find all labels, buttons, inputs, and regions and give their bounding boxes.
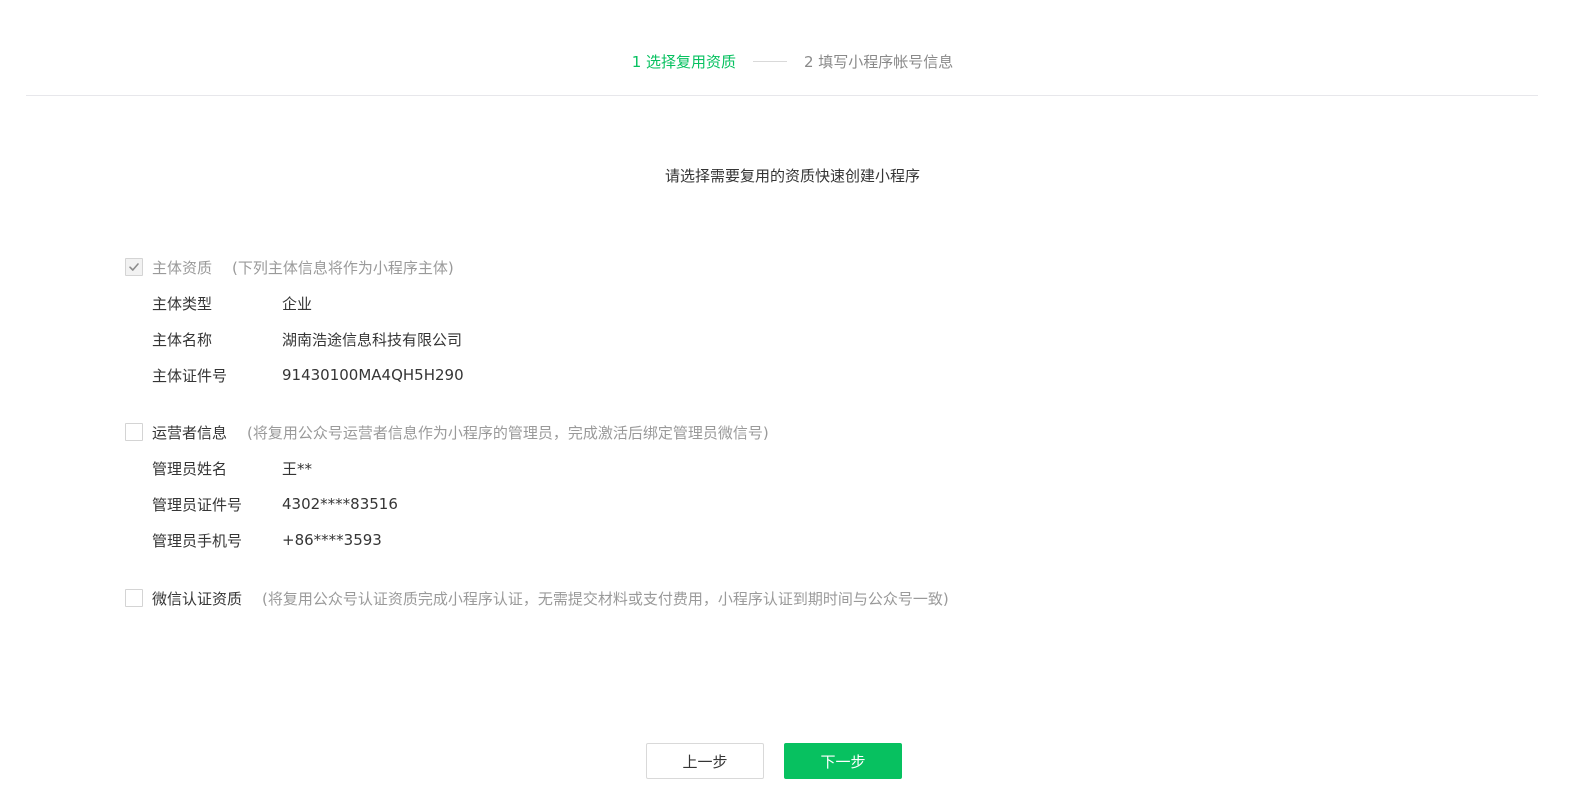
admin-name-value: 王** (282, 459, 313, 478)
admin-name-label: 管理员姓名 (152, 459, 228, 478)
entity-section-title: 主体资质 (152, 258, 213, 277)
stepper: 1 选择复用资质 2 填写小程序帐号信息 (0, 50, 1585, 72)
admin-phone-label: 管理员手机号 (152, 531, 243, 550)
entity-id-row: 主体证件号 91430100MA4QH5H290 (152, 364, 464, 386)
operator-section-note: (将复用公众号运营者信息作为小程序的管理员，完成激活后绑定管理员微信号) (247, 423, 769, 442)
admin-phone-value: +86****3593 (282, 531, 382, 549)
entity-section-header: 主体资质 (下列主体信息将作为小程序主体) (125, 256, 454, 278)
admin-id-value: 4302****83516 (282, 495, 398, 513)
operator-section: 运营者信息 (将复用公众号运营者信息作为小程序的管理员，完成激活后绑定管理员微信… (125, 421, 769, 443)
wechat-cert-checkbox[interactable] (125, 589, 143, 607)
admin-id-label: 管理员证件号 (152, 495, 243, 514)
admin-id-row: 管理员证件号 4302****83516 (152, 493, 398, 515)
operator-checkbox[interactable] (125, 423, 143, 441)
operator-section-header: 运营者信息 (将复用公众号运营者信息作为小程序的管理员，完成激活后绑定管理员微信… (125, 421, 769, 443)
wechat-cert-section: 微信认证资质 (将复用公众号认证资质完成小程序认证，无需提交材料或支付费用，小程… (125, 587, 949, 609)
entity-section-note: (下列主体信息将作为小程序主体) (232, 258, 454, 277)
wechat-cert-section-header: 微信认证资质 (将复用公众号认证资质完成小程序认证，无需提交材料或支付费用，小程… (125, 587, 949, 609)
admin-name-row: 管理员姓名 王** (152, 457, 312, 479)
header-divider (26, 95, 1538, 96)
wechat-cert-section-note: (将复用公众号认证资质完成小程序认证，无需提交材料或支付费用，小程序认证到期时间… (262, 589, 949, 608)
entity-type-label: 主体类型 (152, 294, 213, 313)
step-2-label: 2 填写小程序帐号信息 (804, 52, 954, 71)
page: 1 选择复用资质 2 填写小程序帐号信息 请选择需要复用的资质快速创建小程序 主… (0, 0, 1585, 808)
checkmark-icon (129, 263, 139, 271)
entity-type-value: 企业 (282, 294, 313, 313)
step-1-label: 1 选择复用资质 (631, 52, 736, 71)
entity-id-value: 91430100MA4QH5H290 (282, 366, 464, 384)
entity-name-value: 湖南浩途信息科技有限公司 (282, 330, 463, 349)
wechat-cert-section-title[interactable]: 微信认证资质 (152, 588, 242, 609)
entity-name-label: 主体名称 (152, 330, 213, 349)
entity-checkbox[interactable] (125, 258, 143, 276)
entity-name-row: 主体名称 湖南浩途信息科技有限公司 (152, 328, 462, 350)
admin-phone-row: 管理员手机号 +86****3593 (152, 529, 382, 551)
entity-section: 主体资质 (下列主体信息将作为小程序主体) (125, 256, 454, 278)
step-connector (753, 60, 787, 62)
entity-id-label: 主体证件号 (152, 366, 228, 385)
entity-type-row: 主体类型 企业 (152, 292, 312, 314)
page-subtitle: 请选择需要复用的资质快速创建小程序 (664, 167, 920, 185)
prev-step-button[interactable]: 上一步 (646, 743, 764, 779)
next-step-button[interactable]: 下一步 (784, 743, 902, 779)
operator-section-title[interactable]: 运营者信息 (152, 422, 227, 443)
